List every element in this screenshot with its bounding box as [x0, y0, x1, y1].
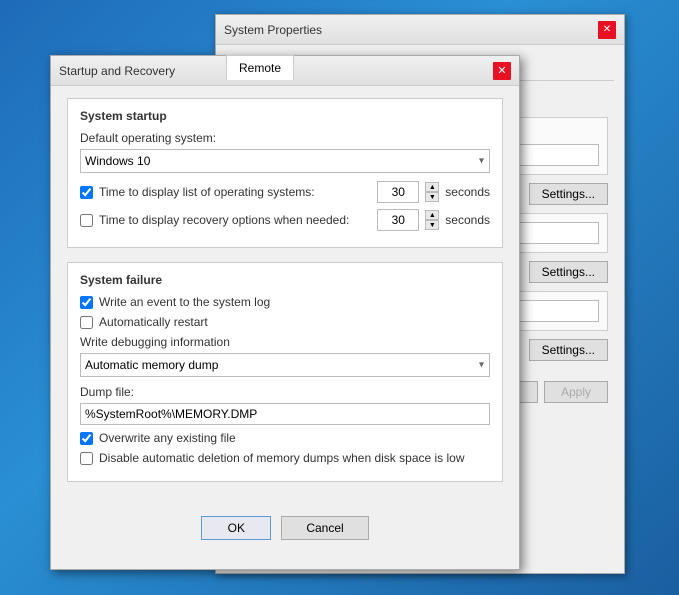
system-failure-title: System failure	[80, 273, 490, 287]
system-failure-section: System failure Write an event to the sys…	[67, 262, 503, 482]
debug-dropdown[interactable]: Automatic memory dump	[80, 353, 490, 377]
system-props-close-button[interactable]: ✕	[598, 21, 616, 39]
tab-remote[interactable]: Remote	[226, 55, 294, 80]
system-props-title: System Properties	[224, 23, 598, 37]
dialog-body: System startup Default operating system:…	[51, 86, 519, 508]
ok-button[interactable]: OK	[201, 516, 271, 540]
system-props-titlebar: System Properties ✕	[216, 15, 624, 45]
debug-dropdown-wrapper[interactable]: Automatic memory dump	[80, 353, 490, 377]
auto-restart-row: Automatically restart	[80, 315, 490, 329]
overwrite-checkbox[interactable]	[80, 432, 93, 445]
display-list-up-btn[interactable]: ▲	[425, 182, 439, 192]
dump-file-input[interactable]	[80, 403, 490, 425]
settings-btn-3[interactable]: Settings...	[529, 339, 608, 361]
settings-btn-2[interactable]: Settings...	[529, 261, 608, 283]
write-event-row: Write an event to the system log	[80, 295, 490, 309]
dialog-close-button[interactable]: ✕	[493, 62, 511, 80]
display-list-seconds-label: seconds	[445, 185, 490, 199]
auto-restart-checkbox[interactable]	[80, 316, 93, 329]
display-list-label: Time to display list of operating system…	[99, 185, 371, 199]
display-recovery-seconds-label: seconds	[445, 213, 490, 227]
display-list-seconds-input[interactable]	[377, 181, 419, 203]
default-os-dropdown[interactable]: Windows 10	[80, 149, 490, 173]
settings-btn-1[interactable]: Settings...	[529, 183, 608, 205]
display-recovery-spinner[interactable]: ▲ ▼	[425, 210, 439, 230]
dialog-footer: OK Cancel	[51, 508, 519, 552]
overwrite-row: Overwrite any existing file	[80, 431, 490, 445]
startup-recovery-dialog: Startup and Recovery ✕ System startup De…	[50, 55, 520, 570]
display-list-spinner[interactable]: ▲ ▼	[425, 182, 439, 202]
display-recovery-seconds-input[interactable]	[377, 209, 419, 231]
disable-auto-delete-label: Disable automatic deletion of memory dum…	[99, 451, 465, 465]
display-recovery-up-btn[interactable]: ▲	[425, 210, 439, 220]
disable-auto-delete-checkbox[interactable]	[80, 452, 93, 465]
overwrite-label: Overwrite any existing file	[99, 431, 236, 445]
write-debug-label: Write debugging information	[80, 335, 490, 349]
display-recovery-checkbox[interactable]	[80, 214, 93, 227]
write-event-label: Write an event to the system log	[99, 295, 270, 309]
system-startup-title: System startup	[80, 109, 490, 123]
display-recovery-down-btn[interactable]: ▼	[425, 220, 439, 230]
apply-btn[interactable]: Apply	[544, 381, 608, 403]
display-recovery-row: Time to display recovery options when ne…	[80, 209, 490, 231]
write-event-checkbox[interactable]	[80, 296, 93, 309]
display-list-checkbox[interactable]	[80, 186, 93, 199]
disable-auto-delete-row: Disable automatic deletion of memory dum…	[80, 451, 490, 465]
dump-file-label: Dump file:	[80, 385, 490, 399]
system-startup-section: System startup Default operating system:…	[67, 98, 503, 248]
default-os-label: Default operating system:	[80, 131, 490, 145]
display-list-row: Time to display list of operating system…	[80, 181, 490, 203]
cancel-button[interactable]: Cancel	[281, 516, 368, 540]
auto-restart-label: Automatically restart	[99, 315, 208, 329]
display-list-down-btn[interactable]: ▼	[425, 192, 439, 202]
display-recovery-label: Time to display recovery options when ne…	[99, 213, 371, 227]
default-os-dropdown-wrapper[interactable]: Windows 10	[80, 149, 490, 173]
